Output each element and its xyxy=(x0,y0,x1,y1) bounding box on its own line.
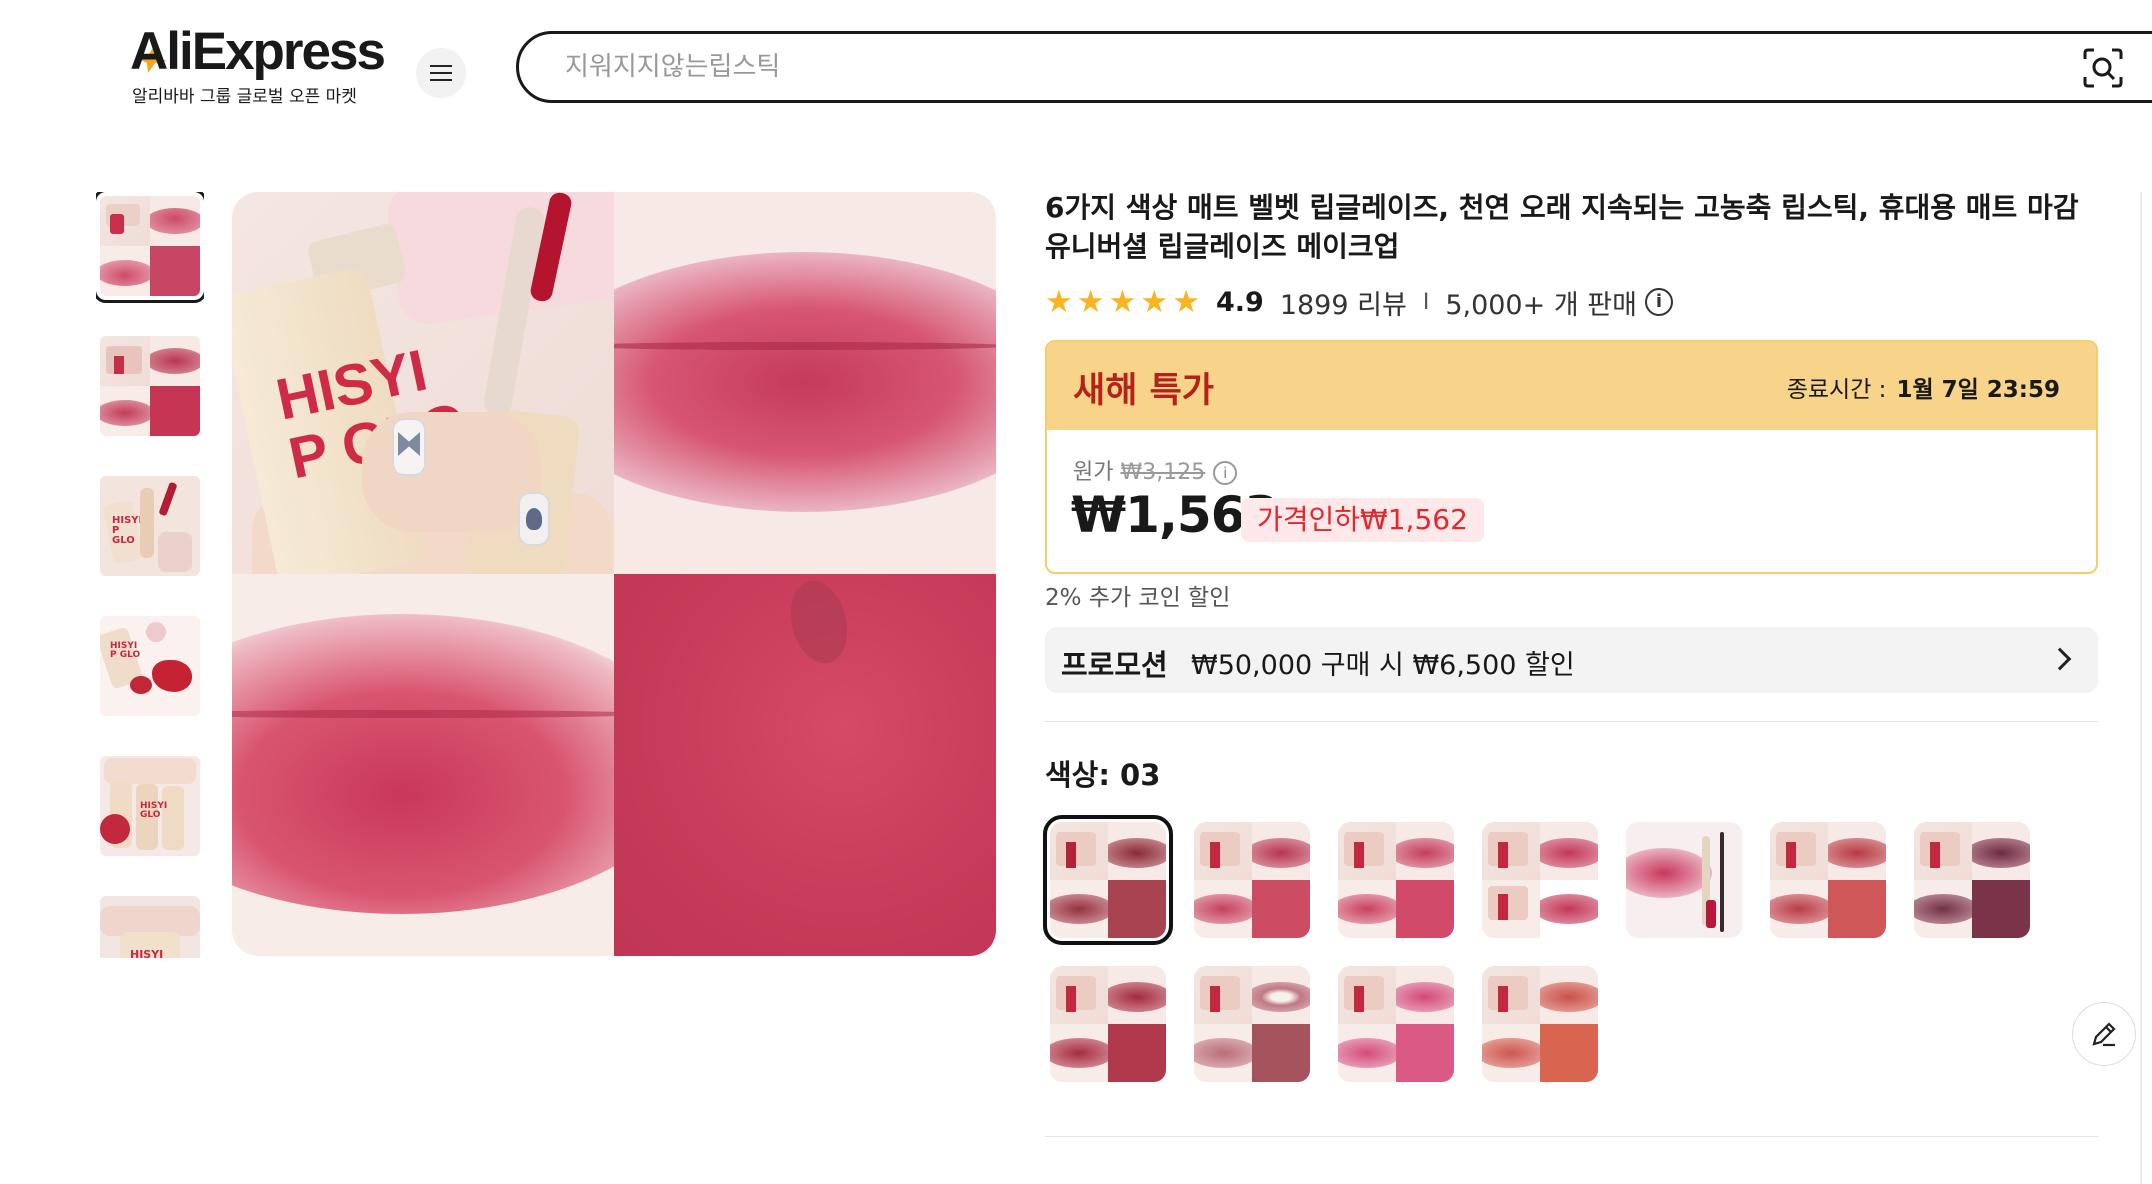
product-title: 6가지 색상 매트 벨벳 립글레이즈, 천연 오래 지속되는 고농축 립스틱, … xyxy=(1045,191,2079,263)
thumbnail-4[interactable]: HISYI P GLO xyxy=(96,612,204,720)
image-quadrant-lips-top xyxy=(614,192,996,574)
logo-tagline: 알리바바 그룹 글로벌 오픈 마켓 xyxy=(132,87,357,107)
deal-end-time: 종료시간 :1월 7일 23:59 xyxy=(1786,377,2060,403)
hamburger-menu-button[interactable] xyxy=(416,48,466,98)
hamburger-menu-icon xyxy=(430,65,452,81)
deal-box: 새해 특가 종료시간 :1월 7일 23:59 원가 ₩3,125 i ₩1,56… xyxy=(1045,340,2098,574)
image-quadrant-swatch xyxy=(614,574,996,956)
discount-badge: 가격인하₩1,562 xyxy=(1241,498,1484,542)
info-icon[interactable]: i xyxy=(1213,461,1238,485)
search-input[interactable] xyxy=(565,34,1965,100)
rating-row: ★ ★ ★ ★ ★ 4.9 1899 리뷰 I 5,000+ 개 판매 i xyxy=(1045,283,1673,322)
color-swatch-6[interactable] xyxy=(1770,822,1886,938)
edit-button[interactable] xyxy=(2072,1002,2136,1066)
color-swatch-7[interactable] xyxy=(1914,822,2030,938)
color-swatch-3[interactable] xyxy=(1338,822,1454,938)
coin-discount-text: 2% 추가 코인 할인 xyxy=(1045,585,1231,611)
thumbnail-2[interactable] xyxy=(96,332,204,440)
image-quadrant-lips-bottom xyxy=(232,574,614,956)
promotion-label: 프로모션 xyxy=(1061,648,1168,682)
divider xyxy=(1045,721,2098,722)
search-bar xyxy=(516,31,2152,103)
color-swatch-9[interactable] xyxy=(1194,966,1310,1082)
star-icon: ★ xyxy=(1108,284,1137,320)
color-label: 색상: 03 xyxy=(1045,758,1161,792)
original-price: 원가 ₩3,125 i xyxy=(1073,454,1238,486)
color-swatch-2[interactable] xyxy=(1194,822,1310,938)
star-rating: ★ ★ ★ ★ ★ xyxy=(1045,286,1200,318)
color-swatch-4[interactable] xyxy=(1482,822,1598,938)
thumbnail-3[interactable]: HISYI P GLO xyxy=(96,472,204,580)
deal-header: 새해 특가 종료시간 :1월 7일 23:59 xyxy=(1047,342,2096,430)
divider xyxy=(1045,1136,2098,1137)
star-icon: ★ xyxy=(1140,284,1169,320)
info-icon[interactable]: i xyxy=(1644,288,1673,316)
image-quadrant-product: HISYI P GLO xyxy=(232,192,614,574)
color-swatch-10[interactable] xyxy=(1338,966,1454,1082)
thumbnail-list: HISYI P GLO HISYI P GLO HISYI GLO HISYI xyxy=(96,192,204,958)
separator: I xyxy=(1422,289,1430,315)
promotion-text: ₩50,000 구매 시 ₩6,500 할인 xyxy=(1191,650,1575,681)
star-icon: ★ xyxy=(1076,284,1105,320)
color-swatch-1[interactable] xyxy=(1043,815,1173,945)
star-icon: ★ xyxy=(1045,284,1073,320)
color-swatch-11[interactable] xyxy=(1482,966,1598,1082)
rating-value: 4.9 xyxy=(1215,286,1264,318)
main-product-image[interactable]: HISYI P GLO xyxy=(232,192,996,956)
star-icon: ★ xyxy=(1172,284,1200,320)
promotion-row[interactable]: 프로모션 ₩50,000 구매 시 ₩6,500 할인 xyxy=(1045,627,2098,693)
aliexpress-logo[interactable]: AliExpress 알리바바 그룹 글로벌 오픈 마켓 xyxy=(130,22,386,112)
thumbnail-1[interactable] xyxy=(96,192,204,303)
logo-wordmark: AliExpress xyxy=(130,22,386,81)
chevron-right-icon xyxy=(2048,647,2072,671)
side-panel-edge xyxy=(2140,192,2152,1184)
thumbnail-6[interactable]: HISYI xyxy=(96,892,204,958)
color-swatch-5[interactable] xyxy=(1626,822,1742,938)
pencil-icon xyxy=(2092,1022,2116,1047)
sold-count: 5,000+ 개 판매 xyxy=(1445,289,1637,321)
review-count-link[interactable]: 1899 리뷰 xyxy=(1280,283,1407,322)
deal-title: 새해 특가 xyxy=(1073,371,1214,411)
thumbnail-5[interactable]: HISYI GLO xyxy=(96,752,204,860)
image-search-icon[interactable] xyxy=(2081,46,2125,90)
original-price-value: ₩3,125 xyxy=(1120,460,1206,485)
color-swatch-8[interactable] xyxy=(1050,966,1166,1082)
